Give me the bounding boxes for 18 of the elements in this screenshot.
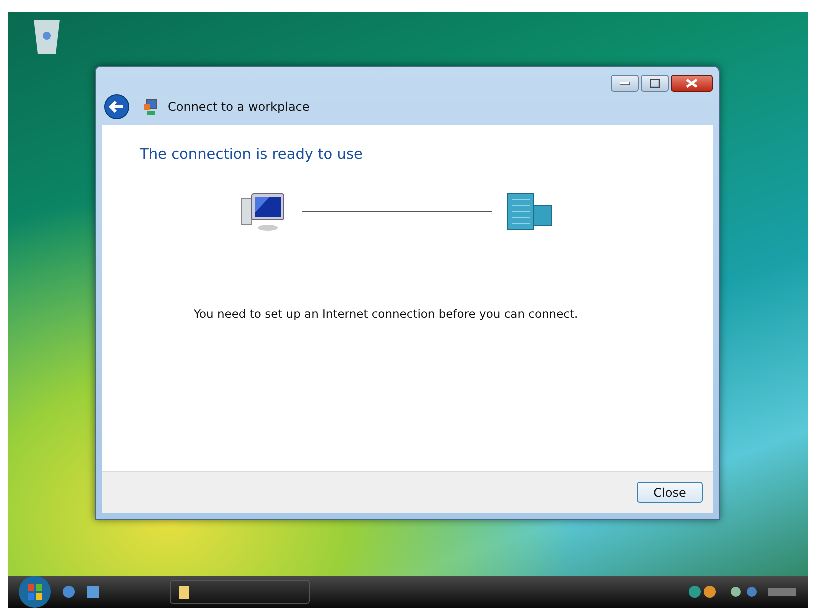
minimize-button[interactable] — [611, 75, 639, 92]
network-icon — [142, 98, 160, 116]
server-icon — [506, 192, 554, 232]
maximize-icon — [650, 79, 660, 88]
quick-launch-icon[interactable] — [86, 585, 100, 599]
maximize-button[interactable] — [641, 75, 669, 92]
window-title: Connect to a workplace — [168, 100, 310, 114]
page-heading: The connection is ready to use — [140, 147, 364, 163]
minimize-icon — [620, 82, 630, 86]
tray-icons[interactable] — [688, 585, 798, 599]
info-message: You need to set up an Internet connection before you can connect. — [194, 307, 580, 321]
close-dialog-button[interactable]: Close — [637, 482, 703, 503]
back-button[interactable] — [104, 94, 130, 120]
start-button[interactable] — [18, 575, 52, 609]
quick-launch-icon[interactable] — [62, 585, 76, 599]
close-button[interactable] — [671, 75, 713, 92]
taskbar-button[interactable] — [170, 580, 310, 604]
close-icon — [686, 79, 698, 88]
